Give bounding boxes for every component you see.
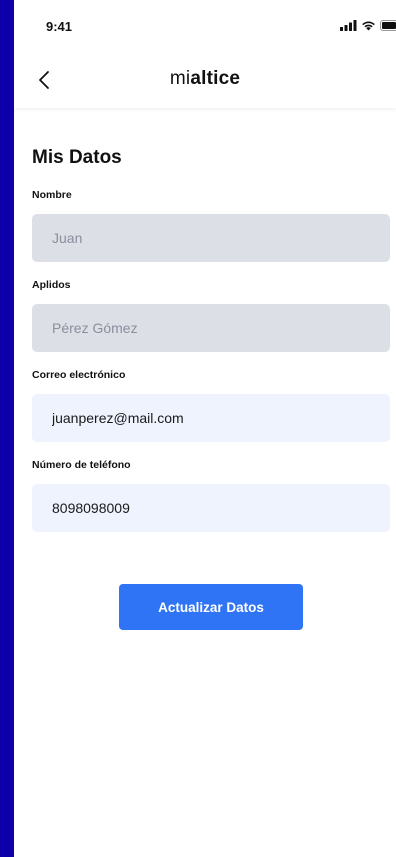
battery-icon <box>380 20 396 31</box>
nav-bar: mialtice <box>14 56 396 108</box>
update-data-button[interactable]: Actualizar Datos <box>119 584 303 630</box>
field-label-email: Correo electrónico <box>32 369 126 381</box>
field-label-nombre: Nombre <box>32 189 72 201</box>
field-group-email: Correo electrónico <box>32 368 390 442</box>
field-group-phone: Número de teléfono <box>32 458 390 532</box>
profile-form: Mis Datos Nombre Aplidos Correo electrón… <box>32 108 390 532</box>
apellidos-field[interactable] <box>32 304 390 352</box>
nombre-field[interactable] <box>32 214 390 262</box>
status-time: 9:41 <box>46 19 73 34</box>
field-label-apellidos: Aplidos <box>32 279 71 291</box>
field-label-phone: Número de teléfono <box>32 459 131 471</box>
phone-screen: 9:41 mialtice Mis Datos Nombre Juan Apli… <box>14 0 396 857</box>
status-icons <box>340 20 396 31</box>
button-container: Actualizar Datos <box>119 584 303 630</box>
logo-bold-text: altice <box>190 68 241 89</box>
signal-icon <box>340 20 357 31</box>
email-field[interactable] <box>32 394 390 442</box>
app-logo: mialtice <box>14 68 396 90</box>
field-group-nombre: Nombre <box>32 188 390 262</box>
status-bar: 9:41 <box>14 0 396 56</box>
wifi-icon <box>362 21 375 31</box>
page-title: Mis Datos <box>32 147 122 168</box>
logo-light-text: mi <box>169 68 191 89</box>
field-group-apellidos: Aplidos <box>32 278 390 352</box>
phone-field[interactable] <box>32 484 390 532</box>
